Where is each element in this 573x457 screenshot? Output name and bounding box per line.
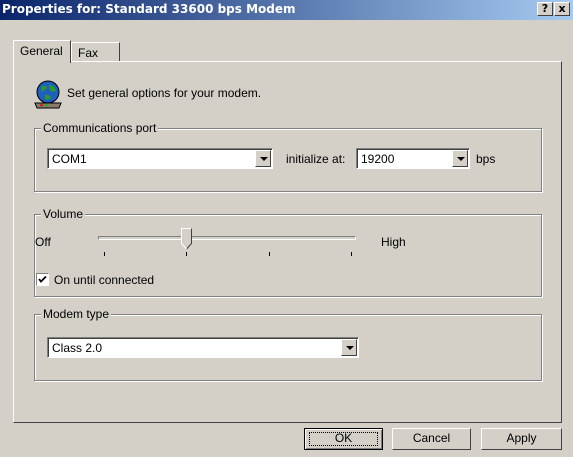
volume-off-label: Off [35,235,51,249]
title-bar[interactable]: Properties for: Standard 33600 bps Modem… [0,0,573,20]
modem-type-legend: Modem type [41,307,112,321]
help-button[interactable]: ? [537,2,553,16]
properties-dialog: Properties for: Standard 33600 bps Modem… [0,0,573,457]
speed-select-value: 19200 [361,152,395,166]
modem-type-select[interactable]: Class 2.0 [47,337,359,358]
close-icon: x [558,2,566,15]
ok-button[interactable]: OK [304,428,383,450]
window-title: Properties for: Standard 33600 bps Modem [2,2,296,16]
tab-general[interactable]: General [13,40,71,63]
chevron-down-icon[interactable] [255,150,271,167]
volume-tick [351,252,352,256]
volume-legend: Volume [41,207,86,221]
volume-tick [186,252,187,256]
communications-port-legend: Communications port [41,121,159,135]
speed-select[interactable]: 19200 [356,148,470,169]
close-button[interactable]: x [554,2,570,16]
cancel-button-label: Cancel [412,431,451,445]
chevron-down-icon[interactable] [341,339,357,356]
volume-slider-track[interactable] [98,236,356,240]
checkmark-icon [38,275,47,283]
modem-globe-icon [34,80,62,109]
on-until-connected-label[interactable]: On until connected [54,273,154,287]
bps-label: bps [476,152,496,166]
volume-tick [269,252,270,256]
help-icon: ? [541,2,549,15]
volume-high-label: High [381,235,406,249]
chevron-down-icon[interactable] [452,150,468,167]
volume-tick [104,252,105,256]
on-until-connected-checkbox[interactable] [36,273,49,286]
tab-fax-label: Fax [78,46,99,60]
intro-text: Set general options for your modem. [67,86,262,100]
tab-general-label: General [20,44,63,58]
modem-type-select-value: Class 2.0 [52,341,103,355]
general-tab-panel: Set general options for your modem. Comm… [13,61,562,423]
port-select[interactable]: COM1 [47,148,273,169]
port-select-value: COM1 [52,152,87,166]
initialize-label: initialize at: [286,152,346,166]
tab-fax[interactable]: Fax [71,42,120,62]
cancel-button[interactable]: Cancel [392,428,471,450]
apply-button[interactable]: Apply [481,428,562,450]
volume-slider-thumb[interactable] [181,228,192,250]
focus-rect [309,432,378,446]
apply-button-label: Apply [506,431,537,445]
